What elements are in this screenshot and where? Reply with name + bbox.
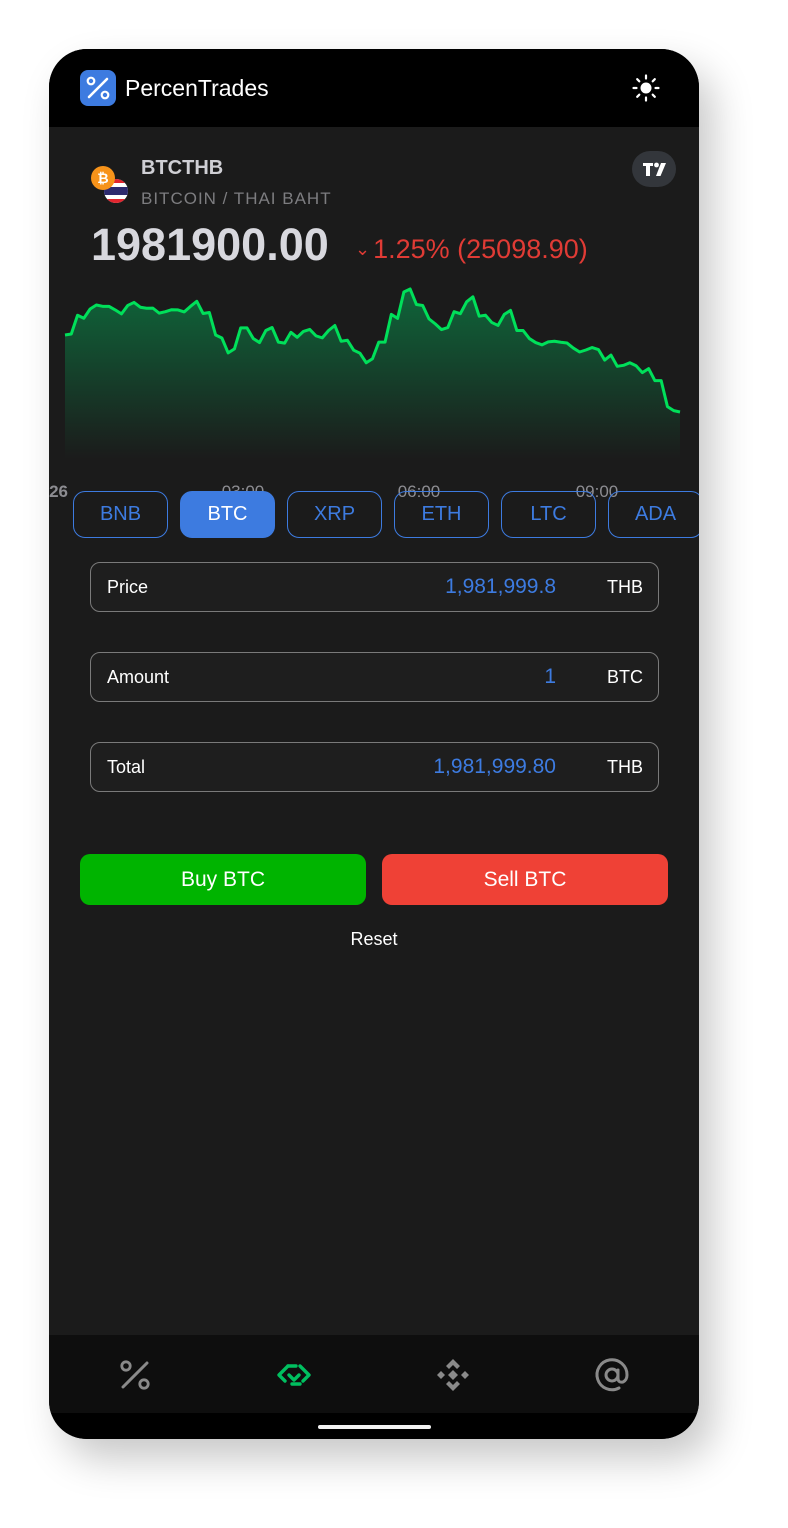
price-unit: THB — [607, 577, 643, 597]
total-unit: THB — [607, 757, 643, 777]
tradingview-icon[interactable] — [632, 151, 676, 187]
chevron-down-icon: ⌄ — [355, 239, 371, 259]
total-input[interactable]: 1,981,999.80 — [433, 755, 556, 779]
home-indicator[interactable] — [318, 1425, 431, 1429]
price-chart[interactable]: 2603:0006:0009:00 — [49, 284, 699, 509]
price-label: Price — [107, 577, 149, 597]
tab-ltc[interactable]: LTC — [501, 491, 596, 538]
amount-unit: BTC — [607, 667, 643, 687]
price-change: ⌄ 1.25% (25098.90) — [355, 234, 588, 265]
home-indicator-area — [49, 1413, 699, 1439]
price-input[interactable]: 1,981,999.8 — [445, 575, 556, 599]
symbol-tabs: BNB BTC XRP ETH LTC ADA — [73, 491, 699, 539]
tab-bnb[interactable]: BNB — [73, 491, 168, 538]
price-change-text: 1.25% (25098.90) — [373, 234, 588, 264]
reset-button[interactable]: Reset — [49, 929, 699, 950]
tab-btc[interactable]: BTC — [180, 491, 275, 538]
tab-ada[interactable]: ADA — [608, 491, 699, 538]
amount-field[interactable]: Amount 1 BTC — [90, 652, 659, 702]
bitcoin-icon: ₿ — [91, 166, 115, 190]
phone-frame: PercenTrades ₿ BTCTHB BITCOIN / THAI BAH… — [49, 49, 699, 1439]
app-title: PercenTrades — [125, 75, 269, 101]
chart-x-tick: 26 — [49, 482, 68, 501]
bottom-nav — [49, 1335, 699, 1413]
tab-xrp[interactable]: XRP — [287, 491, 382, 538]
sell-button[interactable]: Sell BTC — [382, 854, 668, 905]
binance-icon[interactable] — [433, 1355, 473, 1395]
tab-eth[interactable]: ETH — [394, 491, 489, 538]
total-label: Total — [107, 757, 146, 777]
svg-text:₿: ₿ — [97, 171, 108, 187]
ticker-pair-name: BITCOIN / THAI BAHT — [141, 189, 332, 208]
app-header: PercenTrades — [49, 49, 699, 127]
ticker-symbol: BTCTHB — [141, 157, 224, 179]
buy-button[interactable]: Buy BTC — [80, 854, 366, 905]
sun-icon[interactable] — [632, 74, 660, 102]
price-field[interactable]: Price 1,981,999.8 THB — [90, 562, 659, 612]
at-sign-icon[interactable] — [592, 1355, 632, 1395]
total-field[interactable]: Total 1,981,999.80 THB — [90, 742, 659, 792]
coin-pair-icon: ₿ — [89, 164, 129, 204]
percent-logo-icon — [80, 70, 116, 106]
trade-exchange-icon[interactable] — [274, 1355, 314, 1395]
chart-area-fill — [65, 289, 680, 459]
amount-label: Amount — [107, 667, 170, 687]
percent-icon[interactable] — [115, 1355, 155, 1395]
amount-input[interactable]: 1 — [544, 665, 556, 689]
last-price: 1981900.00 — [91, 219, 329, 270]
